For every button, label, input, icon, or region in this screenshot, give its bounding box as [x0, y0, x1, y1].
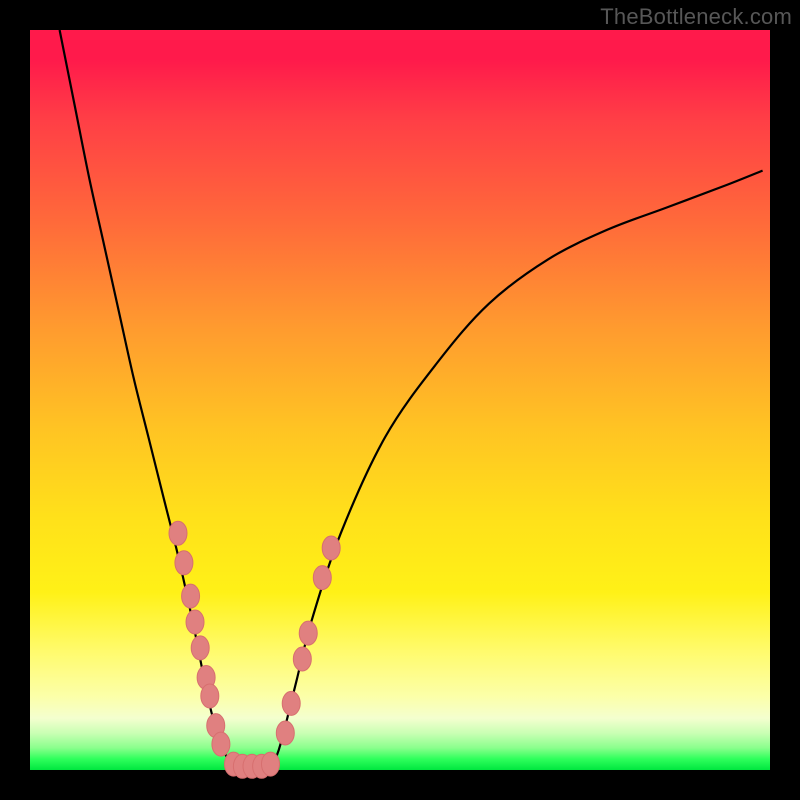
curve-right: [274, 171, 762, 763]
data-marker: [299, 621, 317, 645]
data-marker: [276, 721, 294, 745]
chart-frame: TheBottleneck.com: [0, 0, 800, 800]
data-marker: [186, 610, 204, 634]
data-marker: [282, 691, 300, 715]
data-marker: [262, 752, 280, 776]
curve-svg: [30, 30, 770, 770]
data-marker: [322, 536, 340, 560]
data-marker: [191, 636, 209, 660]
data-marker: [175, 551, 193, 575]
data-marker: [201, 684, 219, 708]
data-marker: [169, 521, 187, 545]
marker-group: [169, 521, 340, 778]
data-marker: [293, 647, 311, 671]
data-marker: [182, 584, 200, 608]
watermark-text: TheBottleneck.com: [600, 4, 792, 30]
data-marker: [212, 732, 230, 756]
data-marker: [313, 566, 331, 590]
plot-area: [30, 30, 770, 770]
